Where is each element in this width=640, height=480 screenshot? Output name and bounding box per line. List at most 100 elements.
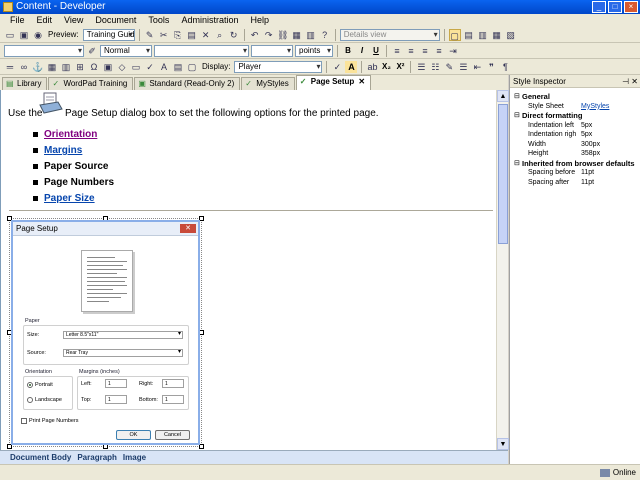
link-paper-size[interactable]: Paper Size: [31, 191, 114, 207]
copy-icon[interactable]: ⎘: [172, 29, 184, 41]
symbol-icon[interactable]: Ω: [88, 61, 100, 73]
layout-vertical-icon[interactable]: ▥: [477, 29, 489, 41]
superscript-button[interactable]: X²: [394, 61, 406, 73]
table-icon[interactable]: ▥: [305, 29, 317, 41]
close-tab-icon[interactable]: ✕: [358, 77, 365, 86]
breadcrumb-paragraph[interactable]: Paragraph: [77, 451, 117, 464]
menu-edit[interactable]: Edit: [31, 14, 59, 27]
redo-icon[interactable]: ↷: [263, 29, 275, 41]
insert-row-icon[interactable]: ⊞: [74, 61, 86, 73]
find-icon[interactable]: ⌕: [214, 29, 226, 41]
bullet-list-icon[interactable]: ☰: [415, 61, 427, 73]
tab-mystyles[interactable]: ✓ MyStyles: [241, 77, 295, 90]
spellcheck-icon[interactable]: ✓: [144, 61, 156, 73]
delete-icon[interactable]: ✕: [200, 29, 212, 41]
style-select[interactable]: Normal: [100, 44, 152, 57]
breadcrumb-document-body[interactable]: Document Body: [10, 451, 71, 464]
new-icon[interactable]: ▭: [4, 29, 16, 41]
insert-shape-icon[interactable]: ◇: [116, 61, 128, 73]
tab-wordpad-training[interactable]: ✓ WordPad Training: [48, 77, 134, 90]
anchor-icon[interactable]: ⚓: [32, 61, 44, 73]
insert-media-icon[interactable]: ▣: [102, 61, 114, 73]
link-margins[interactable]: Margins: [31, 143, 114, 159]
tab-library[interactable]: ▤ Library: [2, 77, 48, 90]
scroll-up-icon[interactable]: ▲: [497, 90, 509, 102]
style-sheet-link[interactable]: MyStyles: [577, 102, 609, 112]
hyperlink-icon[interactable]: ∞: [18, 61, 30, 73]
list-icon[interactable]: ☰: [457, 61, 469, 73]
align-right-icon[interactable]: ≡: [419, 45, 431, 57]
menu-tools[interactable]: Tools: [142, 14, 175, 27]
size-select[interactable]: [251, 44, 293, 57]
insert-image-icon[interactable]: ▦: [46, 61, 58, 73]
highlight-icon[interactable]: ✎: [443, 61, 455, 73]
link-orientation[interactable]: Orientation: [31, 127, 114, 143]
minimize-button[interactable]: _: [592, 1, 606, 13]
layout-grid-icon[interactable]: ▦: [491, 29, 503, 41]
replace-icon[interactable]: ↻: [228, 29, 240, 41]
preview-icon[interactable]: ◉: [32, 29, 44, 41]
section-direct-formatting[interactable]: Direct formatting: [514, 111, 640, 121]
indent-icon[interactable]: ⇥: [447, 45, 459, 57]
tab-page-setup[interactable]: ✓ Page Setup ✕: [295, 75, 372, 90]
scroll-down-icon[interactable]: ▼: [497, 438, 509, 450]
page-setup-icon: [39, 92, 63, 114]
quote-icon[interactable]: ❞: [485, 61, 497, 73]
save-icon[interactable]: ▣: [18, 29, 30, 41]
align-center-icon[interactable]: ≡: [405, 45, 417, 57]
menu-administration[interactable]: Administration: [175, 14, 244, 27]
spelling-abc-icon[interactable]: ✓: [331, 61, 343, 73]
align-left-icon[interactable]: ≡: [391, 45, 403, 57]
numbered-list-icon[interactable]: ☷: [429, 61, 441, 73]
class-select[interactable]: [154, 44, 249, 57]
insert-chart-icon[interactable]: ▤: [172, 61, 184, 73]
ruler-icon[interactable]: ═: [4, 61, 16, 73]
paste-icon[interactable]: ▤: [186, 29, 198, 41]
abc-icon[interactable]: ab: [366, 61, 378, 73]
layout-split-icon[interactable]: ▤: [463, 29, 475, 41]
menu-view[interactable]: View: [58, 14, 89, 27]
maximize-button[interactable]: □: [608, 1, 622, 13]
menu-file[interactable]: File: [4, 14, 31, 27]
italic-button[interactable]: I: [356, 45, 368, 57]
menu-document[interactable]: Document: [89, 14, 142, 27]
clear-format-icon[interactable]: ¶: [499, 61, 511, 73]
layout-icon[interactable]: ▢: [448, 28, 461, 41]
link-icon[interactable]: ⛓: [277, 29, 289, 41]
size-unit-select[interactable]: points: [295, 44, 333, 57]
section-inherited[interactable]: Inherited from browser defaults: [514, 159, 640, 169]
edit-icon[interactable]: ✎: [144, 29, 156, 41]
section-general[interactable]: General: [514, 92, 640, 102]
font-color-icon[interactable]: A: [345, 60, 358, 73]
scroll-thumb[interactable]: [498, 104, 508, 244]
editor-scrollbar[interactable]: ▲ ▼: [496, 90, 509, 450]
preview-select[interactable]: Training Guide: [82, 28, 135, 41]
bold-button[interactable]: B: [342, 45, 354, 57]
image-icon[interactable]: ▦: [291, 29, 303, 41]
font-select[interactable]: [4, 44, 84, 57]
close-button[interactable]: ×: [624, 1, 638, 13]
insert-frame-icon[interactable]: ▢: [186, 61, 198, 73]
spell-options-icon[interactable]: A: [158, 61, 170, 73]
format-painter-icon[interactable]: ✐: [86, 45, 98, 57]
panel-close-icon[interactable]: ✕: [631, 77, 638, 86]
editor-area[interactable]: Use the Page Setup dialog box to set the…: [0, 90, 496, 450]
checkmark-icon: ✓: [52, 79, 60, 88]
help-icon[interactable]: ?: [319, 29, 331, 41]
tab-standard[interactable]: ▣ Standard (Read-Only 2): [134, 77, 241, 90]
outdent-icon[interactable]: ⇤: [471, 61, 483, 73]
undo-icon[interactable]: ↶: [249, 29, 261, 41]
view-select[interactable]: Details view: [339, 28, 440, 41]
panel-toggle-icon[interactable]: ▧: [505, 29, 517, 41]
cut-icon[interactable]: ✂: [158, 29, 170, 41]
property-row: Spacing after 11pt: [514, 178, 640, 188]
justify-icon[interactable]: ≡: [433, 45, 445, 57]
display-select[interactable]: Player: [234, 60, 323, 73]
menu-help[interactable]: Help: [244, 14, 275, 27]
insert-table-icon[interactable]: ▥: [60, 61, 72, 73]
subscript-button[interactable]: X₂: [380, 61, 392, 73]
breadcrumb-image[interactable]: Image: [123, 451, 146, 464]
insert-field-icon[interactable]: ▭: [130, 61, 142, 73]
pin-icon[interactable]: ⊣: [622, 77, 629, 86]
underline-button[interactable]: U: [370, 45, 382, 57]
